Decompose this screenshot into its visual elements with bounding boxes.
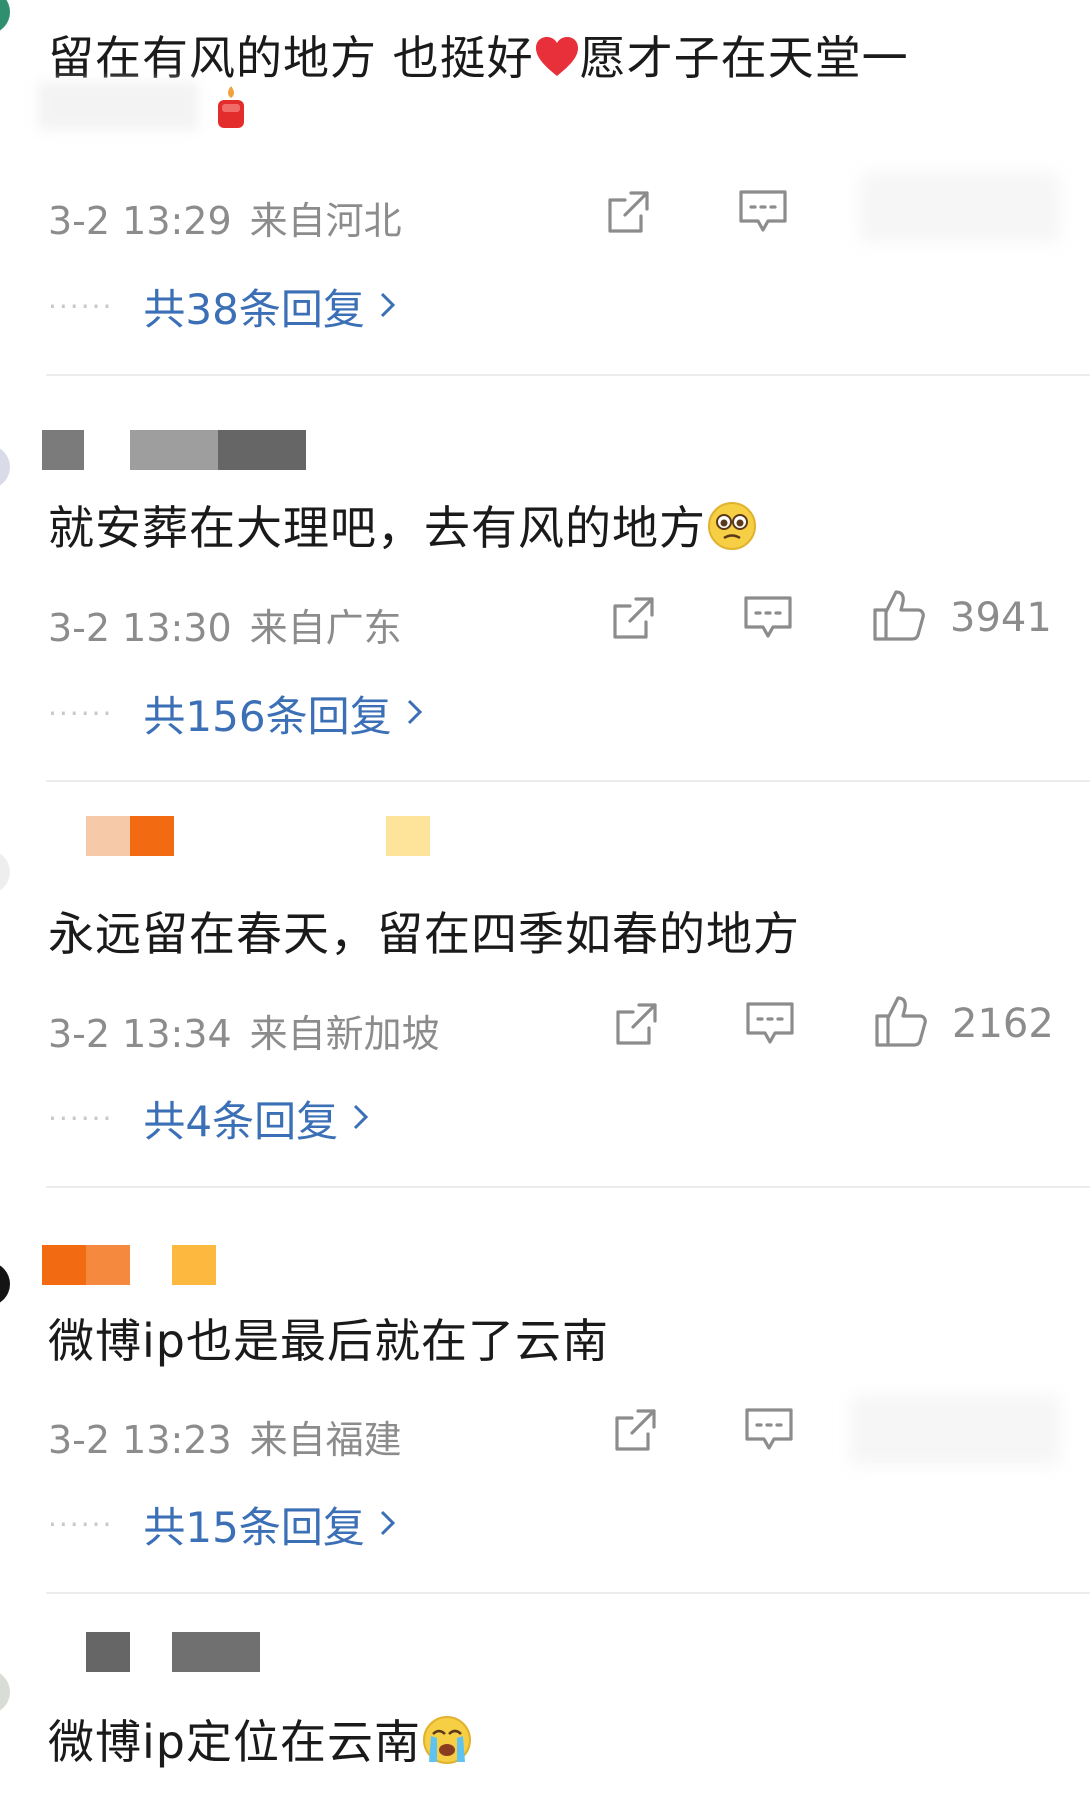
candle-sticker (210, 82, 252, 134)
username-redacted[interactable] (42, 430, 306, 470)
comment-icon[interactable] (744, 1406, 793, 1454)
like-icon[interactable] (872, 588, 926, 642)
replies-count: 共156条回复 (143, 692, 392, 741)
comment-meta: 3-2 13:30 来自广东 (48, 597, 402, 652)
like-icon[interactable] (874, 994, 928, 1048)
pleading-face-emoji (706, 500, 758, 563)
chevron-right-icon (406, 697, 424, 731)
comment-location: 来自广东 (249, 606, 402, 650)
comment-time: 3-2 13:30 (48, 606, 232, 650)
comment-time: 3-2 13:23 (48, 1418, 232, 1462)
replies-link[interactable]: ······ 共156条回复 (48, 683, 424, 741)
comment-text: 留在有风的地方 也挺好 愿才子在天堂一 (48, 22, 909, 89)
crying-face-emoji (421, 1714, 473, 1777)
divider (46, 780, 1090, 782)
avatar[interactable] (0, 0, 10, 34)
comment-text: 微博ip定位在云南 (48, 1706, 473, 1777)
replies-count: 共4条回复 (143, 1097, 339, 1146)
blurred-like-area (850, 1395, 1060, 1465)
replies-link[interactable]: ······ 共4条回复 (48, 1088, 370, 1146)
avatar[interactable] (0, 445, 10, 489)
comment-location: 来自河北 (249, 199, 402, 243)
blurred-like-area (860, 172, 1060, 242)
share-icon[interactable] (612, 1406, 660, 1454)
replies-link[interactable]: ······ 共15条回复 (48, 1494, 397, 1552)
comment-meta: 3-2 13:23 来自福建 (48, 1409, 402, 1464)
comment-icon[interactable] (745, 1000, 794, 1048)
comment-location: 来自福建 (249, 1418, 402, 1462)
username-redacted[interactable] (42, 816, 432, 856)
comment-text: 永远留在春天，留在四季如春的地方 (48, 907, 800, 961)
blurred-text (38, 82, 198, 130)
divider (46, 1186, 1090, 1188)
like-count: 2162 (952, 1001, 1054, 1047)
comment-meta: 3-2 13:29 来自河北 (48, 190, 402, 245)
chevron-right-icon (352, 1102, 370, 1136)
chevron-right-icon (379, 1508, 397, 1542)
comment-meta: 3-2 13:34 来自新加坡 (48, 1003, 440, 1058)
comment-icon[interactable] (743, 594, 792, 642)
replies-count: 共15条回复 (143, 1503, 365, 1552)
share-icon[interactable] (610, 594, 658, 642)
divider (46, 374, 1090, 376)
username-redacted[interactable] (42, 1245, 262, 1285)
comment-location: 来自新加坡 (249, 1012, 440, 1056)
like-count: 3941 (950, 595, 1052, 641)
comment-time: 3-2 13:34 (48, 1012, 232, 1056)
comment-text: 微博ip也是最后就在了云南 (48, 1314, 609, 1368)
avatar[interactable] (0, 1670, 10, 1714)
share-icon[interactable] (613, 1000, 661, 1048)
replies-count: 共38条回复 (143, 285, 365, 334)
comment-time: 3-2 13:29 (48, 199, 232, 243)
avatar[interactable] (0, 850, 10, 894)
comment-text: 就安葬在大理吧，去有风的地方 (48, 492, 758, 563)
replies-link[interactable]: ······ 共38条回复 (48, 276, 397, 334)
username-redacted[interactable] (42, 1632, 262, 1672)
heart-emoji (534, 35, 580, 89)
chevron-right-icon (379, 290, 397, 324)
comment-icon[interactable] (738, 188, 787, 236)
divider (46, 1592, 1090, 1594)
share-icon[interactable] (605, 188, 653, 236)
avatar[interactable] (0, 1262, 10, 1306)
